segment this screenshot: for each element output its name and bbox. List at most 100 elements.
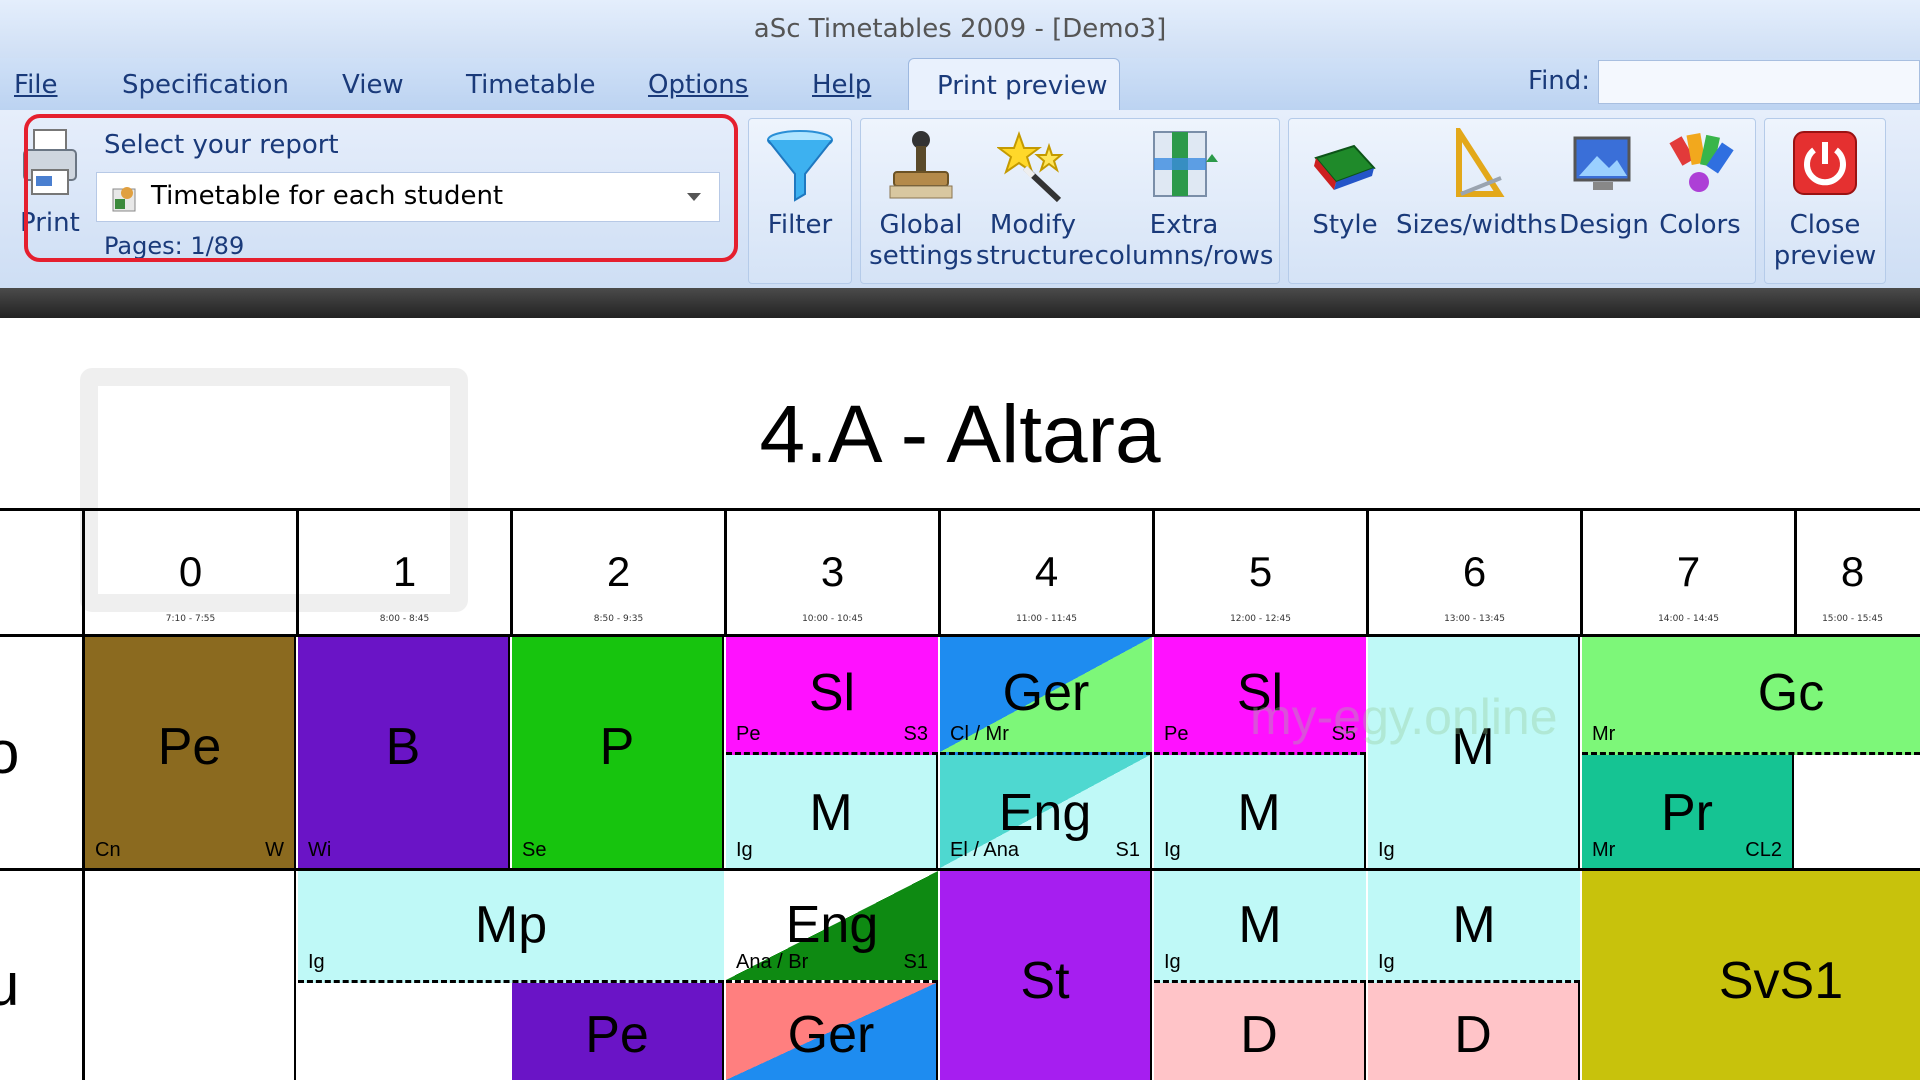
row-label: o [0,719,20,786]
lesson-teacher: Ig [308,951,325,973]
ruler-triangle-icon [1456,128,1505,197]
timetable-grid: 0 7:10 - 7:55 1 8:00 - 8:45 2 8:50 - 9:35 3… [0,508,1920,1080]
period-header: 3 10:00 - 10:45 [724,508,938,636]
style-button[interactable]: Style [1300,128,1390,241]
menu-view[interactable]: View [342,70,404,100]
lesson-room: CL2 [1745,839,1782,861]
period-header: 0 7:10 - 7:55 [82,508,296,636]
global-settings-label-1: Global [879,210,963,240]
power-icon [1793,131,1857,195]
table-columns-icon [1153,131,1218,197]
magic-wand-icon [997,131,1064,203]
lesson-cell[interactable]: Ger Cl / Mr [940,637,1152,755]
close-preview-label-1: Close [1789,210,1861,240]
period-time: 13:00 - 13:45 [1444,614,1505,624]
period-number: 2 [606,548,631,595]
close-preview-button[interactable]: Close preview [1766,128,1884,272]
menu-timetable[interactable]: Timetable [466,70,595,100]
lesson-teacher: Se [522,839,547,861]
period-header: 8 15:00 - 15:45 [1794,508,1920,636]
lesson-cell[interactable]: M Ig [1154,871,1366,983]
lesson-teacher: Ig [736,839,753,861]
app-window: aSc Timetables 2009 - [Demo3] File Speci… [0,0,1920,1080]
lesson-cell[interactable]: Eng Ana / Br S1 [726,871,938,983]
lesson-cell[interactable]: Pr Mr CL2 [1582,755,1794,868]
close-preview-label-2: preview [1773,241,1877,271]
find-label: Find: [1528,66,1591,96]
lesson-subject: D [1240,1006,1278,1064]
lesson-subject: Mp [474,896,548,954]
sizes-widths-button[interactable]: Sizes/widths [1396,128,1557,241]
lesson-subject: St [1020,952,1070,1010]
lesson-teacher: Mr [1592,839,1616,861]
tab-print-preview[interactable]: Print preview [908,58,1120,111]
lesson-cell[interactable]: P Se [512,637,724,868]
lesson-cell[interactable]: Sl Pe S3 [726,637,938,755]
lesson-cell[interactable]: B Wi [298,637,510,868]
period-number: 3 [820,548,845,595]
print-preview-page: 4.A - Altara 0 7:10 - 7:55 1 8:00 - 8:45 2… [0,318,1920,1080]
colors-button[interactable]: Colors [1654,128,1746,241]
period-time: 8:00 - 8:45 [379,614,430,624]
lesson-subject: Eng [998,784,1092,842]
lesson-subject: M [809,784,853,842]
menu-options[interactable]: Options [648,70,748,100]
menu-specification[interactable]: Specification [122,70,289,100]
lesson-teacher: Pe [1164,723,1189,745]
period-header: 2 8:50 - 9:35 [510,508,724,636]
period-header: 4 11:00 - 11:45 [938,508,1152,636]
lesson-room: S1 [903,951,928,973]
lesson-subject: Pe [585,1006,649,1064]
lesson-subject: Pr [1661,784,1713,842]
menu-help[interactable]: Help [812,70,871,100]
period-number: 6 [1462,548,1487,595]
lesson-cell[interactable]: D [1154,983,1366,1080]
lesson-cell[interactable]: D [1368,983,1580,1080]
lesson-cell[interactable]: M Ig [1154,755,1366,868]
lesson-teacher: El / Ana [950,839,1019,861]
lesson-teacher: Ig [1164,839,1181,861]
lesson-cell[interactable]: Eng El / Ana S1 [940,755,1152,868]
lesson-teacher: Cn [95,839,121,861]
watermark-text: my-egy.online [1250,689,1558,745]
lesson-cell[interactable]: St [940,871,1152,1080]
lesson-cell[interactable]: Ger [726,983,938,1080]
lesson-cell[interactable]: M Ig [1368,637,1580,868]
period-time: 8:50 - 9:35 [593,614,644,624]
lesson-cell[interactable]: SvS1 [1582,871,1920,1080]
period-time: 11:00 - 11:45 [1016,614,1077,624]
lesson-subject: Ger [1002,664,1090,722]
lesson-cell[interactable]: Pe [512,983,724,1080]
lesson-cell[interactable]: Pe Cn W [85,637,296,868]
filter-button[interactable]: Filter [750,128,850,241]
lesson-teacher: Ig [1378,839,1395,861]
lesson-cell[interactable]: M Ig [726,755,938,868]
filter-label: Filter [767,210,833,240]
lesson-cell[interactable]: Gc Mr [1582,637,1920,755]
lesson-teacher: Pe [736,723,761,745]
menu-file[interactable]: File [14,70,58,100]
lesson-cell[interactable]: M Ig [1368,871,1580,983]
global-settings-button[interactable]: Global settings [866,128,976,272]
period-time: 15:00 - 15:45 [1822,614,1883,624]
lesson-subject: B [385,718,421,776]
style-icon [1314,144,1376,190]
global-settings-label-2: settings [869,241,973,271]
lesson-teacher: Mr [1592,723,1616,745]
period-number: 1 [392,548,417,595]
lesson-cell[interactable]: Mp Ig [298,871,724,983]
extra-columns-button[interactable]: Extra columns/rows [1094,128,1274,272]
lesson-subject: M [1452,896,1496,954]
extra-columns-label-2: columns/rows [1094,241,1274,271]
extra-columns-label-1: Extra [1149,210,1219,240]
design-button[interactable]: Design [1556,128,1652,241]
period-header: 6 13:00 - 13:45 [1366,508,1580,636]
modify-structure-label-1: Modify [989,210,1077,240]
find-input[interactable] [1598,60,1920,104]
lesson-teacher: Ana / Br [736,951,809,973]
lesson-room: W [265,839,284,861]
lesson-subject: Ger [787,1006,875,1064]
period-number: 5 [1248,548,1273,595]
modify-structure-button[interactable]: Modify structure [976,128,1094,272]
lesson-teacher: Cl / Mr [950,723,1009,745]
